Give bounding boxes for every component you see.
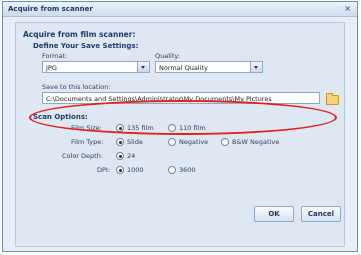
chevron-down-icon[interactable] (250, 62, 262, 72)
quality-value: Normal Quality (159, 64, 208, 72)
film-type-label: Film Type: (71, 138, 104, 146)
dpi-1000-radio[interactable] (116, 166, 124, 174)
close-icon[interactable]: × (344, 4, 351, 13)
dialog-title: Acquire from scanner (8, 5, 93, 13)
color-depth-24-label: 24 (127, 152, 136, 160)
color-depth-24-radio[interactable] (116, 152, 124, 160)
highlight-annotation (29, 100, 337, 135)
section-heading: Acquire from film scanner: (23, 30, 136, 39)
format-label: Format: (42, 52, 68, 60)
format-value: JPG (46, 64, 57, 72)
cancel-button[interactable]: Cancel (301, 206, 341, 222)
film-type-slide-radio[interactable] (116, 138, 124, 146)
title-bar: Acquire from scanner × (3, 2, 357, 17)
film-type-negative-label: Negative (179, 138, 209, 146)
acquire-dialog: Acquire from scanner × Acquire from film… (2, 1, 358, 252)
dpi-label: DPI: (97, 166, 111, 174)
save-settings-heading: Define Your Save Settings: (33, 42, 139, 50)
location-label: Save to this location: (42, 83, 111, 91)
ok-button[interactable]: OK (254, 206, 294, 222)
dpi-3600-label: 3600 (179, 166, 196, 174)
quality-select[interactable]: Normal Quality (155, 61, 263, 73)
film-type-bw-negative-label: B&W Negative (232, 138, 280, 146)
format-select[interactable]: JPG (42, 61, 150, 73)
chevron-down-icon[interactable] (137, 62, 149, 72)
film-type-negative-radio[interactable] (168, 138, 176, 146)
film-type-bw-negative-radio[interactable] (221, 138, 229, 146)
color-depth-label: Color Depth: (62, 152, 104, 160)
film-type-slide-label: Slide (127, 138, 143, 146)
dpi-3600-radio[interactable] (168, 166, 176, 174)
folder-icon[interactable] (326, 93, 339, 105)
dpi-1000-label: 1000 (127, 166, 144, 174)
quality-label: Quality: (155, 52, 180, 60)
